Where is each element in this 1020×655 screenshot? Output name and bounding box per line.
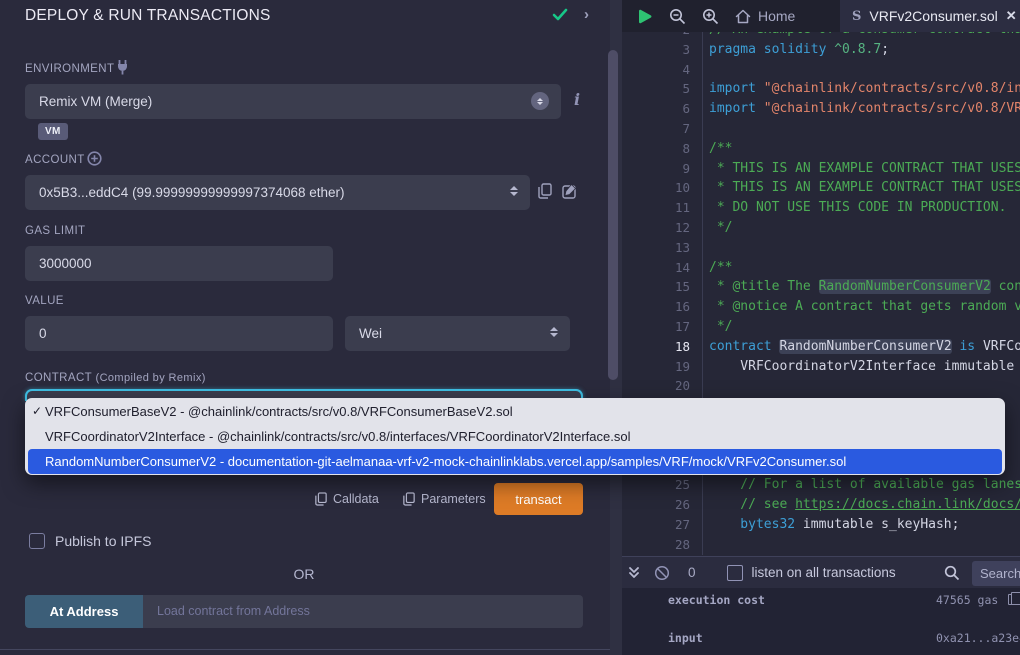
code-line: 14/** xyxy=(622,258,1020,278)
gas-limit-input[interactable] xyxy=(25,246,333,281)
solidity-file-icon: S xyxy=(852,9,861,24)
publish-ipfs-checkbox[interactable] xyxy=(29,533,45,549)
home-icon xyxy=(735,9,751,24)
terminal-search-icon xyxy=(944,565,960,581)
clear-console-ban-icon[interactable] xyxy=(654,565,670,581)
tab-vrfv2consumer[interactable]: S VRFv2Consumer.sol ✕ xyxy=(840,0,1020,32)
transact-button[interactable]: transact xyxy=(494,483,583,515)
environment-info-icon[interactable]: i xyxy=(574,90,580,109)
edit-account-icon[interactable] xyxy=(562,183,578,199)
at-address-input[interactable] xyxy=(143,595,583,628)
code-line: 7 xyxy=(622,119,1020,139)
value-unit-select[interactable]: Wei xyxy=(345,316,570,351)
code-line: 27 bytes32 immutable s_keyHash; xyxy=(622,515,1020,535)
code-line: 20 xyxy=(622,376,1020,396)
code-line: 18contract RandomNumberConsumerV2 is VRF… xyxy=(622,337,1020,357)
listen-count-badge: 0 xyxy=(688,565,696,580)
account-select[interactable]: 0x5B3...eddC4 (99.99999999999997374068 e… xyxy=(25,175,530,210)
zoom-out-icon[interactable] xyxy=(669,8,686,25)
editor-tabbar: Home S VRFv2Consumer.sol ✕ xyxy=(622,0,1020,32)
environment-select[interactable]: Remix VM (Merge) xyxy=(25,84,561,119)
code-line: 13 xyxy=(622,238,1020,258)
vm-badge: VM xyxy=(38,123,68,140)
gas-limit-label: GAS LIMIT xyxy=(25,225,85,237)
compile-success-check-icon xyxy=(552,8,568,22)
listen-all-transactions-label: listen on all transactions xyxy=(752,565,896,580)
code-line: 3pragma solidity ^0.8.7; xyxy=(622,40,1020,60)
editor-region: Home S VRFv2Consumer.sol ✕ 2// An exampl… xyxy=(622,0,1020,655)
expand-terminal-chevrons-icon[interactable] xyxy=(628,566,640,580)
contract-option[interactable]: RandomNumberConsumerV2 - documentation-g… xyxy=(28,449,1002,474)
plug-icon xyxy=(115,59,130,75)
remix-ide-window: DEPLOY & RUN TRANSACTIONS › ENVIRONMENT … xyxy=(0,0,1020,655)
code-line: 8/** xyxy=(622,139,1020,159)
tab-home[interactable]: Home xyxy=(735,8,795,24)
deploy-run-panel: DEPLOY & RUN TRANSACTIONS › ENVIRONMENT … xyxy=(0,0,610,655)
deploy-actions-row: Calldata Parameters transact xyxy=(0,483,610,515)
copy-icon xyxy=(403,492,415,506)
code-line: 25 // For a list of available gas lanes … xyxy=(622,475,1020,495)
zoom-in-icon[interactable] xyxy=(702,8,719,25)
or-divider-label: OR xyxy=(25,566,583,582)
listen-all-transactions-checkbox[interactable] xyxy=(727,565,743,581)
copy-account-icon[interactable] xyxy=(538,183,552,199)
copy-icon[interactable] xyxy=(1008,594,1017,605)
panel-title: DEPLOY & RUN TRANSACTIONS xyxy=(25,7,271,25)
code-line: 9 * THIS IS AN EXAMPLE CONTRACT THAT USE… xyxy=(622,159,1020,179)
terminal-content: execution cost47565 gas input0xa21...a23e… xyxy=(622,588,1020,655)
code-line: 2// An example of a consumer contract th… xyxy=(622,32,1020,40)
account-label: ACCOUNT xyxy=(25,154,85,166)
collapse-panel-chevron-icon[interactable]: › xyxy=(584,6,589,23)
code-line: 12 */ xyxy=(622,218,1020,238)
value-label: VALUE xyxy=(25,295,64,307)
publish-ipfs-label: Publish to IPFS xyxy=(55,533,152,549)
value-input[interactable] xyxy=(25,316,333,351)
copy-icon xyxy=(315,492,327,506)
code-line: 16 * @notice A contract that gets random… xyxy=(622,297,1020,317)
code-line: 28 xyxy=(622,535,1020,555)
code-line: 26 // see https://docs.chain.link/docs/v… xyxy=(622,495,1020,515)
code-line: 15 * @title The RandomNumberConsumerV2 c… xyxy=(622,277,1020,297)
parameters-action[interactable]: Parameters xyxy=(403,483,486,515)
contract-dropdown-list: ✓VRFConsumerBaseV2 - @chainlink/contract… xyxy=(25,398,1005,475)
code-line: 11 * DO NOT USE THIS CODE IN PRODUCTION. xyxy=(622,198,1020,218)
code-editor[interactable]: 2// An example of a consumer contract th… xyxy=(622,32,1020,556)
code-line: 10 * THIS IS AN EXAMPLE CONTRACT THAT US… xyxy=(622,178,1020,198)
contract-label: CONTRACT (Compiled by Remix) xyxy=(25,372,206,384)
contract-option[interactable]: ✓VRFConsumerBaseV2 - @chainlink/contract… xyxy=(25,399,1005,424)
code-line: 6import "@chainlink/contracts/src/v0.8/V… xyxy=(622,99,1020,119)
code-line: 19 VRFCoordinatorV2Interface immutable C… xyxy=(622,357,1020,377)
calldata-action[interactable]: Calldata xyxy=(315,483,379,515)
code-line: 4 xyxy=(622,60,1020,80)
terminal-row: execution cost47565 gas xyxy=(668,592,1020,607)
account-select-arrows-icon xyxy=(510,186,518,196)
value-unit-arrows-icon xyxy=(550,327,558,337)
environment-select-stepper-icon xyxy=(531,92,549,110)
terminal-row: input0xa21...a23e4 xyxy=(668,630,1020,645)
run-script-play-icon[interactable] xyxy=(636,7,653,25)
contract-option[interactable]: VRFCoordinatorV2Interface - @chainlink/c… xyxy=(25,424,1005,449)
terminal-bar: 0 listen on all transactions xyxy=(622,556,1020,588)
environment-label: ENVIRONMENT xyxy=(25,63,114,75)
code-line: 17 */ xyxy=(622,317,1020,337)
close-tab-icon[interactable]: ✕ xyxy=(1006,8,1017,24)
panel-scrollbar-thumb[interactable] xyxy=(608,50,618,380)
at-address-button[interactable]: At Address xyxy=(25,595,143,628)
option-check-icon: ✓ xyxy=(32,399,42,424)
code-line: 5import "@chainlink/contracts/src/v0.8/i… xyxy=(622,79,1020,99)
add-account-plus-icon[interactable] xyxy=(87,151,102,166)
panel-divider xyxy=(0,649,610,650)
terminal-search-input[interactable] xyxy=(972,561,1020,586)
